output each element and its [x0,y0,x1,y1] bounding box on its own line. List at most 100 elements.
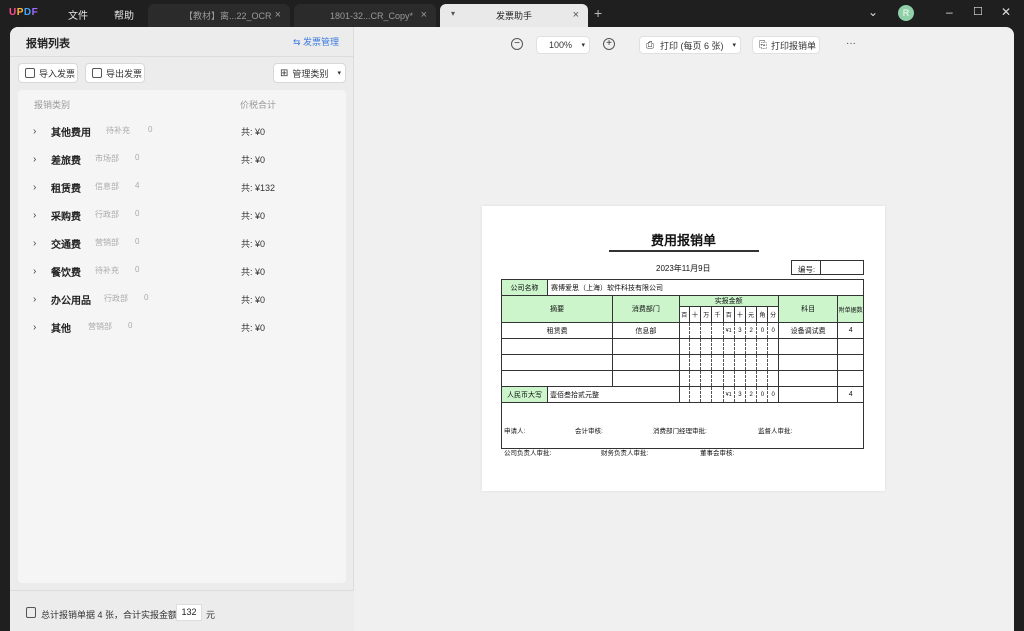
category-dept: 行政部 [104,294,128,303]
close-icon[interactable]: × [573,9,579,21]
digit-header: 十 [688,306,702,323]
list-item[interactable]: › 其他 营销部 0 共: ¥0 [18,314,346,342]
expense-table: 公司名称 赛博爱思（上海）软件科技有限公司 摘要 消费部门 实报金额 科目 附单… [500,279,865,449]
panel-title: 报销列表 [26,38,70,50]
chevron-right-icon[interactable]: › [33,322,36,333]
chevron-right-icon[interactable]: › [33,238,36,249]
print-button[interactable]: ⎙ 打印 (每页 6 张) ▾ [639,36,741,54]
row-summary: 租赁费 [500,322,614,339]
zoom-in-icon[interactable]: + [603,38,615,50]
tab-doc-1[interactable]: 【教材】离...22_OCR × [148,4,290,27]
summary-unit: 元 [206,610,216,620]
chevron-right-icon[interactable]: › [33,294,36,305]
list-item[interactable]: › 餐饮费 待补充 0 共: ¥0 [18,258,346,286]
swap-icon: ⇆ [293,37,304,47]
category-count: 0 [148,125,153,134]
header-subject: 科目 [777,295,839,323]
digit-header: 十 [733,306,747,323]
more-icon[interactable]: ··· [846,38,856,49]
chevron-right-icon[interactable]: › [33,154,36,165]
digit-header: 角 [756,306,769,323]
category-list: 报销类别 价税合计 › 其他费用 待补充 0 共: ¥0 › 差旅费 市场部 0… [18,90,346,583]
row-attach: 4 [837,322,864,339]
amount-digit: 0 [767,386,779,403]
category-name: 差旅费 [51,156,81,167]
list-item[interactable]: › 其他费用 待补充 0 共: ¥0 [18,118,346,146]
amount-digit [700,322,713,339]
app-logo[interactable]: UPDF [9,7,38,18]
list-item[interactable]: › 采购费 行政部 0 共: ¥0 [18,202,346,230]
print-report-button[interactable]: ⎘ 打印报销单 [752,36,820,54]
col-category: 报销类别 [34,100,71,110]
close-icon[interactable]: × [421,9,427,21]
chevron-right-icon[interactable]: › [33,266,36,277]
header-amount: 实报金额 [678,295,779,307]
amount-digit: ¥1 [722,322,735,339]
menu-file[interactable]: 文件 [68,7,88,22]
form-number-box: 编号: [791,260,864,275]
list-item[interactable]: › 办公用品 行政部 0 共: ¥0 [18,286,346,314]
main-frame: 报销列表 ⇆ 发票管理 导入发票 导出发票 ⊞ 管理类别 ▾ 报销类别 价税合计 … [10,27,1014,631]
new-tab-icon[interactable]: + [594,5,602,21]
category-dept: 营销部 [95,238,119,247]
grid-icon: ⊞ [280,67,289,79]
menu-help[interactable]: 帮助 [114,7,134,22]
summary-footer: 总计报销单据 4 张，合计实报金额: 132 元 [10,590,354,631]
dropdown-icon: ▾ [337,70,341,77]
amount-digit: 0 [756,322,769,339]
maximize-icon[interactable]: ☐ [973,5,983,18]
category-amount: 共: ¥0 [241,295,266,305]
sig-board: 董事会审核: [700,450,735,457]
amount-digit: 3 [733,322,747,339]
tab-invoice-assistant[interactable]: ▾ 发票助手 × [440,4,588,27]
row-dept: 信息部 [612,322,680,339]
invoice-manage-link[interactable]: ⇆ 发票管理 [293,35,339,48]
close-window-icon[interactable]: ✕ [1001,5,1011,19]
category-amount: 共: ¥132 [241,183,276,193]
tab-menu-icon[interactable]: ▾ [451,9,455,18]
chevron-down-icon[interactable]: ⌄ [868,5,878,19]
category-amount: 共: ¥0 [241,323,266,333]
category-count: 0 [128,321,133,330]
category-dept: 行政部 [95,210,119,219]
export-invoice-button[interactable]: 导出发票 [85,63,145,83]
header-summary: 摘要 [500,295,614,323]
category-count: 0 [144,293,149,302]
amount-digit: 2 [745,386,758,403]
form-date: 2023年11月9日 [656,264,711,273]
manage-category-button[interactable]: ⊞ 管理类别 ▾ [273,63,346,83]
rmb-attach: 4 [837,386,864,403]
rmb-label: 人民币大写 [501,386,548,403]
title-bar: UPDF 文件 帮助 【教材】离...22_OCR × 1801-32...CR… [0,0,1024,27]
company-name: 赛博爱思（上海）软件科技有限公司 [546,279,865,296]
avatar[interactable]: R [898,5,914,21]
category-name: 办公用品 [51,296,91,307]
zoom-out-icon[interactable]: − [511,38,523,50]
company-label: 公司名称 [501,279,548,296]
dropdown-icon[interactable]: ▾ [732,41,736,49]
sig-dept-manager: 消费部门经理审批: [653,428,707,435]
summary-text: 总计报销单据 4 张，合计实报金额: [41,610,180,620]
category-amount: 共: ¥0 [241,127,266,137]
list-item[interactable]: › 交通费 营销部 0 共: ¥0 [18,230,346,258]
list-item[interactable]: › 差旅费 市场部 0 共: ¥0 [18,146,346,174]
chevron-right-icon[interactable]: › [33,126,36,137]
import-invoice-button[interactable]: 导入发票 [18,63,78,83]
tab-doc-2[interactable]: 1801-32...CR_Copy* × [294,4,436,27]
list-item[interactable]: › 租赁费 信息部 4 共: ¥132 [18,174,346,202]
header-attach: 附单据数 [837,295,864,323]
minimize-icon[interactable]: – [946,5,953,19]
print-report-label: 打印报销单 [771,40,817,51]
amount-digit [688,386,702,403]
close-icon[interactable]: × [275,9,281,21]
chevron-right-icon[interactable]: › [33,210,36,221]
tab-label: 1801-32...CR_Copy* [330,10,414,21]
category-count: 0 [135,153,140,162]
reimbursement-form-preview: 费用报销单 2023年11月9日 编号: 公司名称 赛博爱思（上海）软件科技有限… [482,206,885,491]
digit-header: 万 [700,306,713,323]
amount-digit: ¥1 [722,386,735,403]
chevron-right-icon[interactable]: › [33,182,36,193]
sig-finance-head: 财务负责人审批: [601,450,649,457]
zoom-select[interactable]: 100% ▾ [536,36,590,54]
printer-icon: ⎙ [646,39,654,51]
